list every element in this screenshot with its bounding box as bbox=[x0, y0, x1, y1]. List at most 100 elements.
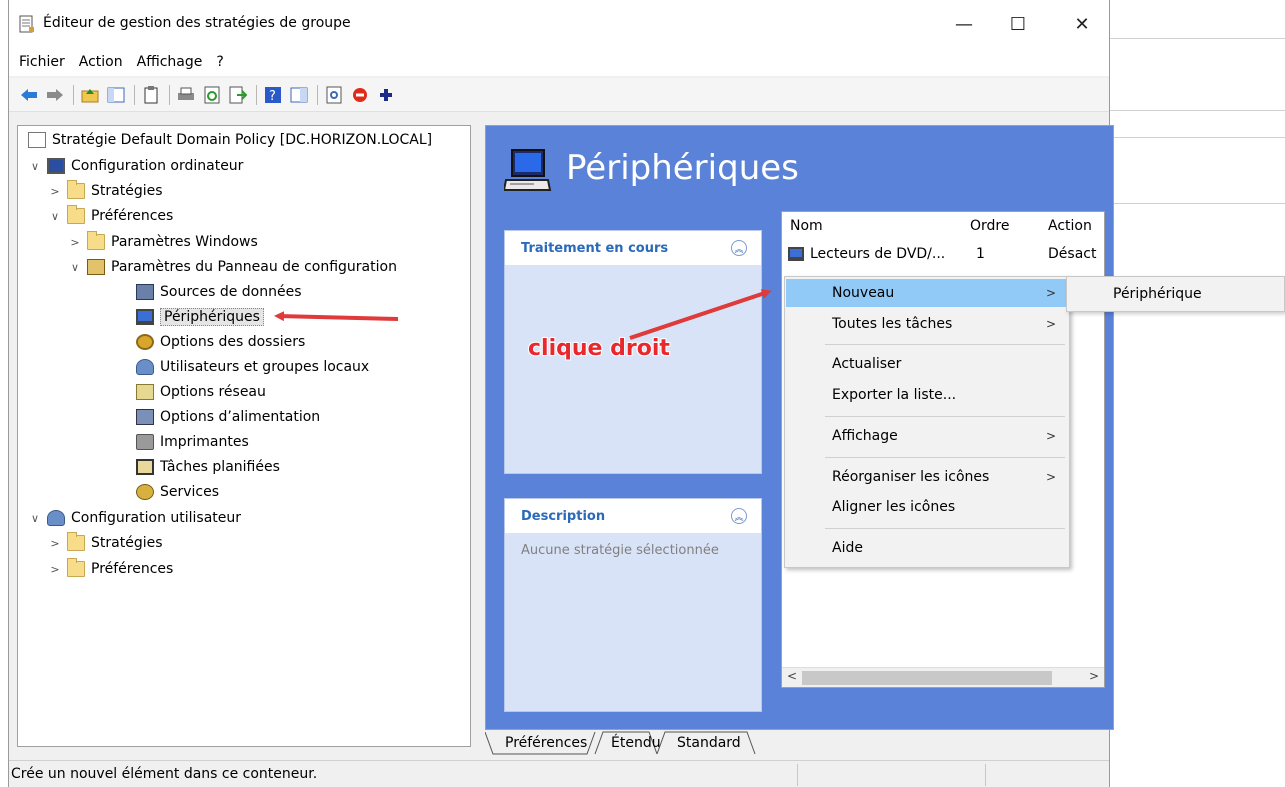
tree-services[interactable]: Services bbox=[136, 481, 219, 503]
menu-separator bbox=[825, 416, 1065, 417]
column-header-name[interactable]: Nom bbox=[790, 218, 823, 234]
chevron-right-icon[interactable]: > bbox=[48, 185, 62, 198]
tree-local-users[interactable]: Utilisateurs et groupes locaux bbox=[136, 356, 369, 378]
tab-etendu[interactable]: Étendu bbox=[605, 730, 667, 756]
status-text: Crée un nouvel élément dans ce conteneur… bbox=[11, 766, 318, 782]
scroll-left-icon[interactable]: < bbox=[787, 669, 797, 683]
back-arrow-icon[interactable] bbox=[19, 85, 39, 105]
column-header-action[interactable]: Action bbox=[1048, 218, 1092, 234]
minimize-button[interactable]: — bbox=[944, 8, 984, 40]
device-icon bbox=[136, 309, 154, 325]
background-line bbox=[1110, 38, 1285, 39]
up-folder-icon[interactable] bbox=[80, 85, 100, 105]
tree-devices[interactable]: Périphériques bbox=[136, 306, 264, 328]
horizontal-scrollbar[interactable]: < > bbox=[782, 667, 1104, 687]
menu-item-refresh[interactable]: Actualiser bbox=[786, 350, 1068, 378]
menu-help[interactable]: ? bbox=[216, 54, 223, 70]
description-card-header[interactable]: Description bbox=[505, 499, 761, 533]
clipboard-icon[interactable] bbox=[141, 85, 161, 105]
stop-icon[interactable] bbox=[350, 85, 370, 105]
tab-preferences[interactable]: Préférences bbox=[499, 730, 593, 756]
submenu-item-device[interactable]: Périphérique bbox=[1113, 286, 1202, 302]
menu-item-label: Actualiser bbox=[832, 356, 902, 372]
menu-item-arrange-icons[interactable]: Réorganiser les icônes > bbox=[786, 463, 1068, 491]
menu-item-align-icons[interactable]: Aligner les icônes bbox=[786, 493, 1068, 521]
status-bar: Crée un nouvel élément dans ce conteneur… bbox=[9, 760, 1109, 787]
scroll-right-icon[interactable]: > bbox=[1089, 669, 1099, 683]
tree-label: Stratégies bbox=[91, 183, 163, 199]
menu-item-all-tasks[interactable]: Toutes les tâches > bbox=[786, 310, 1068, 338]
chevron-down-icon[interactable]: ∨ bbox=[28, 160, 42, 173]
menu-item-view[interactable]: Affichage > bbox=[786, 422, 1068, 450]
menu-separator bbox=[825, 344, 1065, 345]
menu-item-export-list[interactable]: Exporter la liste... bbox=[786, 381, 1068, 409]
tree-label: Configuration utilisateur bbox=[71, 510, 242, 526]
export-list-icon[interactable] bbox=[228, 85, 248, 105]
printer-icon bbox=[136, 434, 154, 450]
menu-action[interactable]: Action bbox=[79, 54, 123, 70]
tree-user-config[interactable]: ∨ Configuration utilisateur bbox=[28, 507, 241, 529]
chevron-right-icon[interactable]: > bbox=[48, 563, 62, 576]
scroll-thumb[interactable] bbox=[802, 671, 1052, 685]
data-source-icon bbox=[136, 284, 154, 300]
toolbar: ? bbox=[9, 78, 1109, 112]
chevron-right-icon[interactable]: > bbox=[68, 236, 82, 249]
menu-item-help[interactable]: Aide bbox=[786, 534, 1068, 562]
properties-icon[interactable] bbox=[289, 85, 309, 105]
tree-user-preferences[interactable]: > Préférences bbox=[48, 558, 173, 580]
collapse-icon[interactable]: ︽ bbox=[731, 508, 747, 524]
collapse-icon[interactable]: ︽ bbox=[731, 240, 747, 256]
maximize-button[interactable]: ☐ bbox=[998, 8, 1038, 40]
new-view-icon[interactable] bbox=[324, 85, 344, 105]
processing-card-header[interactable]: Traitement en cours bbox=[505, 231, 761, 265]
row-action: Désact bbox=[1048, 246, 1097, 262]
menu-bar: Fichier Action Affichage ? bbox=[9, 48, 1109, 76]
tree-power-options[interactable]: Options d’alimentation bbox=[136, 406, 320, 428]
menu-item-label: Réorganiser les icônes bbox=[832, 469, 990, 485]
policy-icon bbox=[28, 132, 46, 148]
title-bar[interactable]: Éditeur de gestion des stratégies de gro… bbox=[9, 0, 1109, 48]
tree-computer-config[interactable]: ∨ Configuration ordinateur bbox=[28, 155, 243, 177]
computer-icon bbox=[47, 158, 65, 174]
processing-title: Traitement en cours bbox=[521, 240, 669, 256]
tree-root[interactable]: Stratégie Default Domain Policy [DC.HORI… bbox=[28, 129, 432, 151]
menu-fichier[interactable]: Fichier bbox=[19, 54, 65, 70]
tree-user-strategies[interactable]: > Stratégies bbox=[48, 532, 163, 554]
refresh-icon[interactable] bbox=[202, 85, 222, 105]
folder-icon bbox=[67, 558, 85, 577]
tree-data-sources[interactable]: Sources de données bbox=[136, 281, 302, 303]
user-config-icon bbox=[47, 510, 65, 526]
print-icon[interactable] bbox=[176, 85, 196, 105]
tree-scheduled-tasks[interactable]: Tâches planifiées bbox=[136, 456, 280, 478]
menu-item-nouveau[interactable]: Nouveau > bbox=[786, 279, 1068, 307]
help-icon[interactable]: ? bbox=[263, 85, 283, 105]
list-item[interactable]: Lecteurs de DVD/... bbox=[788, 246, 945, 262]
toolbar-separator bbox=[317, 84, 318, 105]
chevron-down-icon[interactable]: ∨ bbox=[48, 210, 62, 223]
add-icon[interactable] bbox=[376, 85, 396, 105]
column-header-order[interactable]: Ordre bbox=[970, 218, 1009, 234]
tree-preferences[interactable]: ∨ Préférences bbox=[48, 205, 173, 227]
forward-arrow-icon[interactable] bbox=[45, 85, 65, 105]
window-title: Éditeur de gestion des stratégies de gro… bbox=[43, 15, 351, 31]
menu-separator bbox=[825, 528, 1065, 529]
tree-network-options[interactable]: Options réseau bbox=[136, 381, 266, 403]
menu-affichage[interactable]: Affichage bbox=[137, 54, 203, 70]
tab-standard[interactable]: Standard bbox=[671, 730, 747, 756]
chevron-right-icon: > bbox=[1045, 429, 1056, 443]
chevron-right-icon[interactable]: > bbox=[48, 537, 62, 550]
show-hide-tree-icon[interactable] bbox=[106, 85, 126, 105]
tree-label: Configuration ordinateur bbox=[71, 158, 244, 174]
tree-strategies[interactable]: > Stratégies bbox=[48, 180, 163, 202]
submenu-new: Périphérique bbox=[1066, 276, 1285, 312]
tree-folder-options[interactable]: Options des dossiers bbox=[136, 331, 305, 353]
close-button[interactable]: ✕ bbox=[1062, 8, 1102, 40]
tree-control-panel-settings[interactable]: ∨ Paramètres du Panneau de configuration bbox=[68, 256, 397, 278]
tree-windows-settings[interactable]: > Paramètres Windows bbox=[68, 231, 258, 253]
context-menu: Nouveau > Toutes les tâches > Actualiser E… bbox=[784, 276, 1070, 568]
description-text: Aucune stratégie sélectionnée bbox=[521, 543, 719, 558]
tree-label: Options réseau bbox=[160, 384, 266, 400]
chevron-down-icon[interactable]: ∨ bbox=[68, 261, 82, 274]
tree-printers[interactable]: Imprimantes bbox=[136, 431, 249, 453]
chevron-down-icon[interactable]: ∨ bbox=[28, 512, 42, 525]
